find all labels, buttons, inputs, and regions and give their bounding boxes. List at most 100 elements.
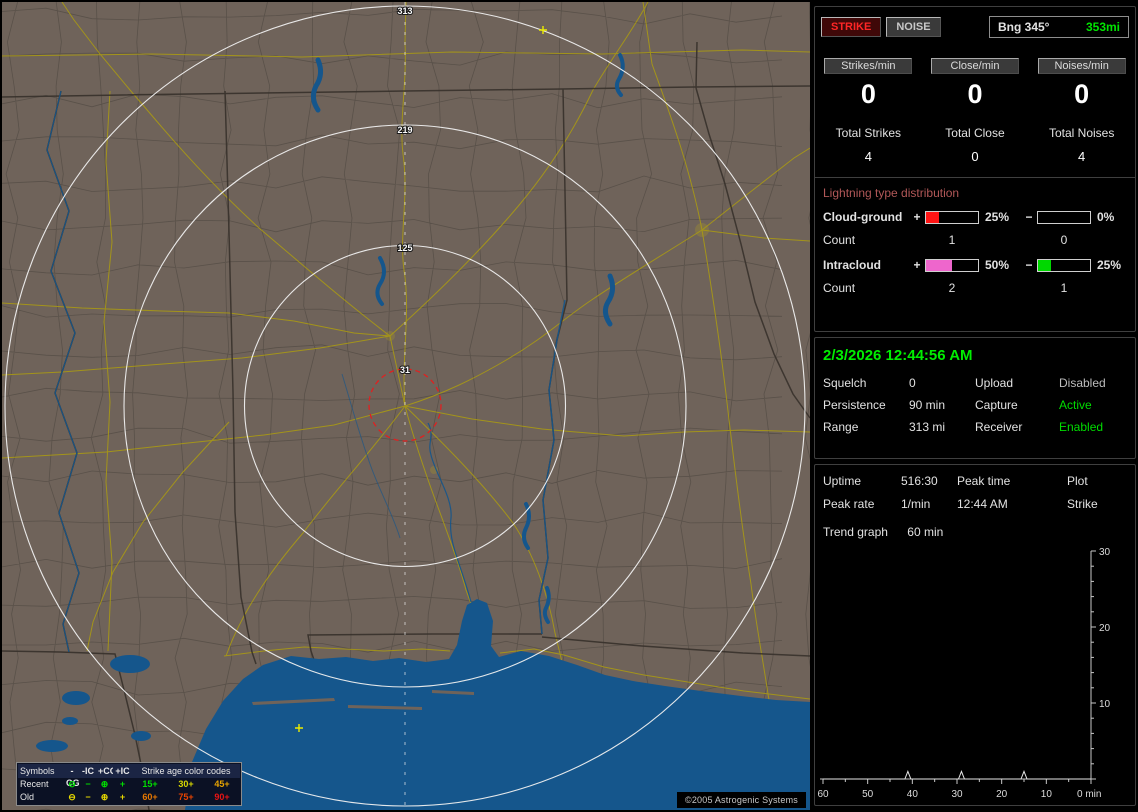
capture-status: Active	[1059, 397, 1092, 412]
age-code-60: 60+	[142, 792, 158, 802]
ring-label-219: 219	[397, 125, 412, 135]
recent-pcg-symbol: ⊕	[100, 779, 109, 789]
capture-label: Capture	[975, 397, 1018, 412]
ring-label-125: 125	[397, 243, 412, 253]
upload-label: Upload	[975, 375, 1014, 390]
ic-negative-count: 1	[1060, 281, 1068, 295]
old-nic-symbol: −	[85, 792, 91, 802]
total-close-label: Total Close	[945, 126, 1005, 140]
bearing-distance: 353mi	[1085, 20, 1120, 34]
cg-negative-count: 0	[1060, 233, 1068, 247]
nexstorm-screen: 313 219 125 31 Symbols -CG -IC +CG +IC S…	[0, 0, 1138, 812]
ic-negative-bar	[1037, 258, 1091, 272]
legend-age-header: Strike age color codes	[132, 764, 240, 778]
age-code-75: 75+	[178, 792, 194, 802]
trend-chart: 60 50 40 30 20 10 0 min 10 20 30	[817, 547, 1111, 800]
count-label: Count	[823, 281, 856, 295]
age-code-15: 15+	[142, 779, 158, 789]
recent-ncg-symbol: ⊖	[68, 779, 76, 789]
trend-graph-header: Trend graph 60 min	[815, 511, 1135, 539]
counters-section: STRIKE NOISE Bng 345° 353mi Strikes/min …	[814, 6, 1136, 332]
cloud-ground-label: Cloud-ground	[823, 210, 903, 224]
trend-section: Uptime 516:30 Peak time Plot Peak rate 1…	[814, 464, 1136, 806]
cg-positive-bar	[925, 210, 979, 224]
svg-text:10: 10	[1041, 789, 1053, 800]
strike-toggle-button[interactable]: STRIKE	[821, 17, 882, 37]
svg-text:30: 30	[951, 789, 963, 800]
legend-symbols-header: Symbols	[18, 764, 64, 778]
peak-rate-label: Peak rate	[823, 497, 875, 511]
noises-per-min-button[interactable]: Noises/min	[1037, 58, 1126, 74]
legend-row-recent-label: Recent	[20, 779, 49, 789]
strikes-per-min-value: 0	[860, 79, 876, 109]
ic-positive-count: 2	[948, 281, 956, 295]
total-counters: Total Strikes Total Close Total Noises 4…	[815, 126, 1135, 164]
total-strikes-value: 4	[864, 149, 872, 164]
trend-graph-label: Trend graph	[823, 525, 888, 539]
recent-pic-symbol: +	[119, 779, 126, 789]
bearing-value: Bng 345°	[998, 20, 1050, 34]
legend-col-nic: -IC	[80, 764, 96, 778]
legend-row-old-label: Old	[20, 792, 35, 802]
stats-grid: Uptime 516:30 Peak time Plot Peak rate 1…	[815, 465, 1135, 511]
map-legend: Symbols -CG -IC +CG +IC Strike age color…	[16, 762, 242, 806]
intracloud-count-row: Count 2 1	[815, 275, 1135, 297]
trend-window-value: 60 min	[907, 525, 944, 539]
intracloud-label: Intracloud	[823, 258, 882, 272]
cg-negative-bar	[1037, 210, 1091, 224]
intracloud-row: Intracloud + 50% − 25%	[815, 255, 1135, 275]
cg-positive-count: 1	[948, 233, 956, 247]
minus-sign: −	[1025, 210, 1033, 224]
legend-col-pic: +IC	[113, 764, 132, 778]
map-svg[interactable]: 313 219 125 31	[2, 2, 810, 810]
svg-text:50: 50	[862, 789, 874, 800]
peak-time-label: Peak time	[957, 474, 1011, 488]
peak-rate-value: 1/min	[901, 497, 931, 511]
receiver-status: Enabled	[1059, 419, 1104, 434]
bearing-display: Bng 345° 353mi	[989, 16, 1129, 38]
persistence-value: 90 min	[909, 397, 946, 412]
minus-sign: −	[1025, 258, 1033, 272]
total-strikes-label: Total Strikes	[835, 126, 901, 140]
lightning-map[interactable]: 313 219 125 31 Symbols -CG -IC +CG +IC S…	[2, 2, 810, 810]
total-close-value: 0	[971, 149, 979, 164]
plot-value: Strike	[1067, 497, 1098, 511]
cloud-ground-count-row: Count 1 0	[815, 227, 1135, 249]
squelch-label: Squelch	[823, 375, 867, 390]
svg-text:40: 40	[907, 789, 919, 800]
old-pic-symbol: +	[119, 792, 126, 802]
svg-text:20: 20	[996, 789, 1008, 800]
legend-col-ncg: -CG	[64, 764, 80, 788]
status-section: 2/3/2026 12:44:56 AM Squelch 0 Upload Di…	[814, 336, 1136, 459]
legend-col-pcg: +CG	[96, 764, 117, 778]
old-pcg-symbol: ⊕	[100, 792, 109, 802]
old-ncg-symbol: ⊖	[68, 792, 76, 802]
distribution-title: Lightning type distribution	[823, 186, 960, 200]
ic-negative-pct: 25%	[1097, 258, 1122, 272]
ring-label-313: 313	[397, 6, 412, 16]
datetime-display: 2/3/2026 12:44:56 AM	[823, 346, 973, 364]
ic-positive-bar	[925, 258, 979, 272]
uptime-label: Uptime	[823, 474, 862, 488]
close-per-min-value: 0	[967, 79, 983, 109]
side-panel: STRIKE NOISE Bng 345° 353mi Strikes/min …	[814, 6, 1136, 806]
plot-label: Plot	[1067, 474, 1088, 488]
cloud-ground-row: Cloud-ground + 25% − 0%	[815, 207, 1135, 227]
noise-toggle-button[interactable]: NOISE	[886, 17, 941, 37]
section-divider	[815, 177, 1135, 178]
age-code-45: 45+	[214, 779, 230, 789]
plus-sign: +	[913, 210, 921, 224]
age-code-30: 30+	[178, 779, 194, 789]
noises-per-min-value: 0	[1074, 79, 1090, 109]
strikes-per-min-button[interactable]: Strikes/min	[824, 58, 913, 74]
svg-text:10: 10	[1099, 699, 1111, 710]
svg-text:30: 30	[1099, 547, 1111, 558]
cg-negative-pct: 0%	[1097, 210, 1115, 224]
ring-label-31: 31	[400, 365, 410, 375]
total-noises-value: 4	[1078, 149, 1086, 164]
count-label: Count	[823, 233, 856, 247]
status-grid: Squelch 0 Upload Disabled Persistence 90…	[815, 376, 1135, 434]
cg-positive-pct: 25%	[985, 210, 1010, 224]
squelch-value: 0	[909, 375, 916, 390]
close-per-min-button[interactable]: Close/min	[930, 58, 1019, 74]
